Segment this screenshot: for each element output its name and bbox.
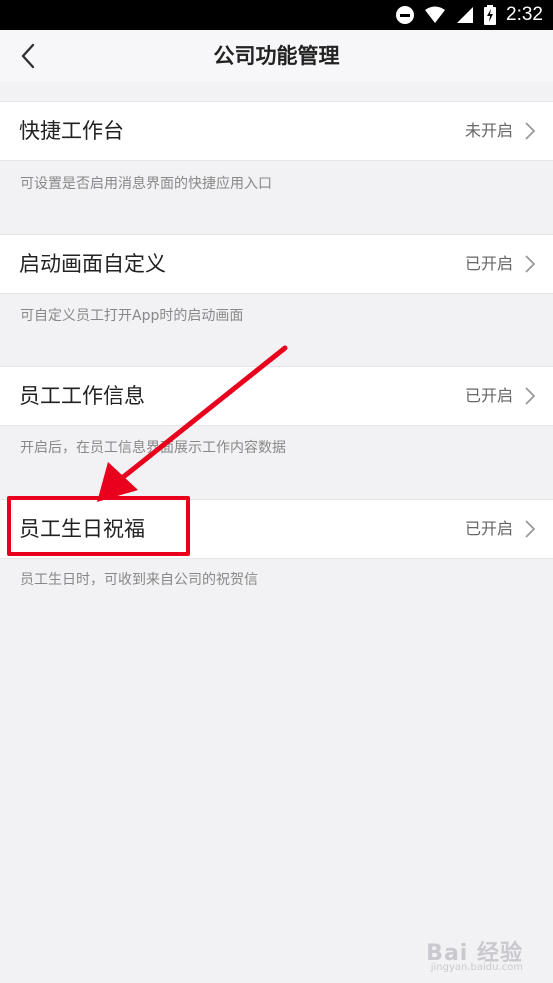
setting-row-quick-workbench[interactable]: 快捷工作台 未开启 <box>0 101 553 161</box>
setting-row-work-info[interactable]: 员工工作信息 已开启 <box>0 366 553 426</box>
back-button[interactable] <box>10 38 46 74</box>
setting-description: 可设置是否启用消息界面的快捷应用入口 <box>20 176 272 192</box>
chevron-right-icon <box>525 520 536 538</box>
setting-label: 启动画面自定义 <box>19 252 166 276</box>
do-not-disturb-icon <box>396 6 415 24</box>
setting-status: 未开启 <box>464 121 513 140</box>
status-time: 2:32 <box>506 4 543 25</box>
chevron-left-icon <box>21 43 35 69</box>
page-title: 公司功能管理 <box>213 44 340 68</box>
chevron-right-icon <box>525 387 536 405</box>
setting-row-launch-screen[interactable]: 启动画面自定义 已开启 <box>0 234 553 294</box>
watermark-url: jingyan.baidu.com <box>430 962 523 973</box>
setting-label: 员工工作信息 <box>19 384 145 408</box>
setting-description: 开启后，在员工信息界面展示工作内容数据 <box>20 440 286 456</box>
battery-charging-icon <box>484 5 497 25</box>
setting-description: 员工生日时，可收到来自公司的祝贺信 <box>20 572 258 588</box>
chevron-right-icon <box>525 255 536 273</box>
setting-description: 可自定义员工打开App时的启动画面 <box>20 308 244 324</box>
signal-icon <box>457 7 474 23</box>
wifi-icon <box>425 6 446 23</box>
setting-status: 已开启 <box>464 254 513 273</box>
setting-status: 已开启 <box>464 519 513 538</box>
status-bar: 2:32 <box>0 0 553 30</box>
setting-label: 快捷工作台 <box>19 119 124 143</box>
nav-bar: 公司功能管理 <box>0 30 553 82</box>
setting-status: 已开启 <box>464 386 513 405</box>
status-icons: 2:32 <box>396 0 543 30</box>
highlight-box <box>7 496 190 556</box>
chevron-right-icon <box>525 122 536 140</box>
